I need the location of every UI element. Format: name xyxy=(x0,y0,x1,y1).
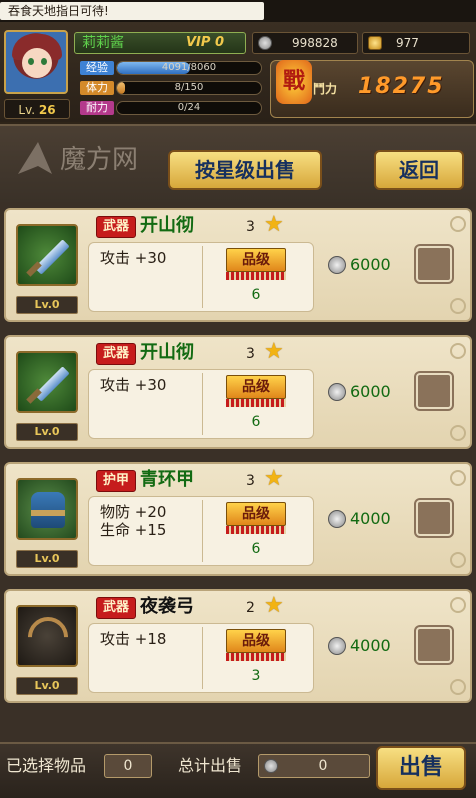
item-stat: 物防 +20 xyxy=(100,503,167,521)
item-price: 6000 xyxy=(350,255,391,274)
player-name: 莉莉酱 xyxy=(82,35,124,51)
item-type-tag: 护甲 xyxy=(96,470,136,492)
item-stat: 攻击 +30 xyxy=(100,376,167,394)
avatar-face xyxy=(22,48,52,78)
item-select-checkbox[interactable] xyxy=(416,627,452,663)
grade-label: 品级 xyxy=(226,375,286,399)
silver-coin-icon xyxy=(258,36,272,50)
list-item: Lv.0 护甲 青环甲 3 ★ 物防 +20 生命 +15 品级 6 4000 xyxy=(4,462,472,576)
sell-by-star-button[interactable]: 按星级出售 xyxy=(168,150,322,190)
endurance-value: 0/24 xyxy=(177,102,201,113)
silver-coin-icon xyxy=(264,759,278,773)
item-name: 青环甲 xyxy=(140,469,194,490)
item-stat: 攻击 +18 xyxy=(100,630,167,648)
item-name: 开山彻 xyxy=(140,215,194,236)
bow-icon[interactable] xyxy=(16,605,78,667)
grade-fringe xyxy=(226,526,286,534)
combat-power-badge: 戰 xyxy=(276,60,312,104)
corner-ornament xyxy=(450,679,466,695)
avatar-eye xyxy=(28,58,34,65)
divider xyxy=(202,500,203,562)
grade-label: 品级 xyxy=(226,248,286,272)
vip-badge[interactable]: VIP 0 xyxy=(186,33,224,53)
item-stat: 攻击 +30 xyxy=(100,249,167,267)
armor-icon[interactable] xyxy=(16,478,78,540)
corner-ornament xyxy=(450,216,466,232)
item-select-checkbox[interactable] xyxy=(416,500,452,536)
star-icon: ★ xyxy=(264,593,284,618)
item-star-count: 3 xyxy=(246,219,255,235)
item-level: Lv.0 xyxy=(16,296,78,314)
grade-fringe xyxy=(226,399,286,407)
back-button[interactable]: 返回 xyxy=(374,150,464,190)
stamina-label: 体力 xyxy=(80,81,114,95)
corner-ornament xyxy=(450,343,466,359)
item-price: 4000 xyxy=(350,509,391,528)
silver-coin-icon xyxy=(328,383,346,401)
corner-ornament xyxy=(450,597,466,613)
list-item: Lv.0 武器 夜袭弓 2 ★ 攻击 +18 品级 3 4000 xyxy=(4,589,472,703)
corner-ornament xyxy=(450,552,466,568)
item-select-checkbox[interactable] xyxy=(416,246,452,282)
item-select-checkbox[interactable] xyxy=(416,373,452,409)
item-level: Lv.0 xyxy=(16,423,78,441)
corner-ornament xyxy=(450,425,466,441)
grade-fringe xyxy=(226,272,286,280)
grade-value: 3 xyxy=(251,668,261,684)
silver-coin-icon xyxy=(328,256,346,274)
total-sale-value: 0 xyxy=(318,758,328,774)
item-star-count: 2 xyxy=(246,600,255,616)
divider xyxy=(202,627,203,689)
grade-label: 品级 xyxy=(226,629,286,653)
stamina-value: 8/150 xyxy=(174,82,204,93)
item-type-tag: 武器 xyxy=(96,216,136,238)
avatar-eye xyxy=(41,58,47,65)
gold-amount: 977 xyxy=(396,36,419,50)
exp-label: 经验 xyxy=(80,61,114,75)
announcement-text: 吞食天地指日可待! xyxy=(0,2,264,20)
sword-icon[interactable] xyxy=(16,351,78,413)
grade-value: 6 xyxy=(251,414,261,430)
grade-value: 6 xyxy=(251,287,261,303)
item-price: 4000 xyxy=(350,636,391,655)
endurance-label: 耐力 xyxy=(80,101,114,115)
watermark-text: 魔方网 xyxy=(60,145,139,175)
corner-ornament xyxy=(450,470,466,486)
item-stat: 生命 +15 xyxy=(100,521,167,539)
item-star-count: 3 xyxy=(246,473,255,489)
star-icon: ★ xyxy=(264,212,284,237)
selected-items-label: 已选择物品 xyxy=(6,756,87,775)
grade-fringe xyxy=(226,653,286,661)
combat-power-label: 鬥力 xyxy=(313,82,338,96)
list-item: Lv.0 武器 开山彻 3 ★ 攻击 +30 品级 6 6000 xyxy=(4,208,472,322)
silver-amount: 998828 xyxy=(292,36,338,50)
item-type-tag: 武器 xyxy=(96,343,136,365)
divider xyxy=(202,373,203,435)
corner-ornament xyxy=(450,298,466,314)
item-name: 开山彻 xyxy=(140,342,194,363)
combat-power-value: 18275 xyxy=(358,74,445,99)
grade-label: 品级 xyxy=(226,502,286,526)
item-type-tag: 武器 xyxy=(96,597,136,619)
exp-value: 4091/8060 xyxy=(161,62,217,73)
selected-items-count: 0 xyxy=(104,754,152,778)
silver-coin-icon xyxy=(328,510,346,528)
item-level: Lv.0 xyxy=(16,550,78,568)
sword-icon[interactable] xyxy=(16,224,78,286)
item-name: 夜袭弓 xyxy=(140,596,194,617)
sell-button[interactable]: 出售 xyxy=(376,746,466,790)
silver-coin-icon xyxy=(328,637,346,655)
star-icon: ★ xyxy=(264,466,284,491)
item-level: Lv.0 xyxy=(16,677,78,695)
divider xyxy=(202,246,203,308)
grade-value: 6 xyxy=(251,541,261,557)
list-item: Lv.0 武器 开山彻 3 ★ 攻击 +30 品级 6 6000 xyxy=(4,335,472,449)
item-price: 6000 xyxy=(350,382,391,401)
item-star-count: 3 xyxy=(246,346,255,362)
player-level: Lv. 26 xyxy=(4,99,70,119)
gold-ingot-icon xyxy=(368,36,382,50)
total-sale-label: 总计出售 xyxy=(178,756,243,775)
watermark-logo-icon xyxy=(18,142,52,174)
star-icon: ★ xyxy=(264,339,284,364)
